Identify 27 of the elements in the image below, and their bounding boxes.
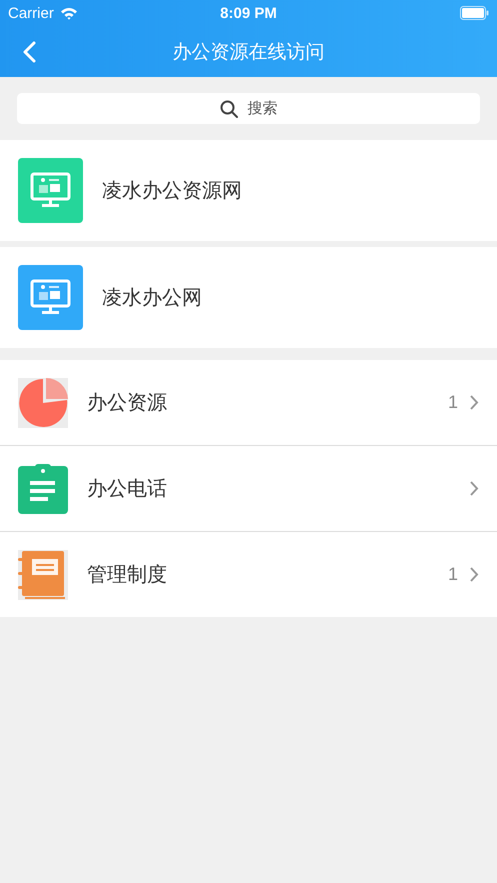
search-icon — [220, 100, 238, 118]
chevron-right-icon — [469, 394, 479, 411]
site-link[interactable]: 凌水办公资源网 — [0, 140, 497, 241]
count-label: 1 — [448, 564, 458, 585]
search-field[interactable]: 搜索 — [17, 93, 480, 124]
chevron-right-icon — [469, 566, 479, 583]
site-label: 凌水办公网 — [102, 284, 202, 311]
pie-chart-icon — [18, 378, 68, 428]
wifi-icon — [60, 6, 78, 20]
clock-time: 8:09 PM — [220, 4, 277, 22]
menu-label: 管理制度 — [87, 561, 168, 588]
notebook-icon — [18, 550, 68, 600]
menu-row[interactable]: 管理制度 1 — [0, 531, 497, 617]
count-label: 1 — [448, 392, 458, 413]
search-placeholder: 搜索 — [248, 99, 278, 118]
site-link[interactable]: 凌水办公网 — [0, 247, 497, 348]
page-title: 办公资源在线访问 — [172, 40, 324, 64]
battery-icon — [460, 6, 489, 20]
chevron-right-icon — [469, 480, 479, 497]
site-label: 凌水办公资源网 — [102, 177, 242, 204]
menu-row[interactable]: 办公电话 — [0, 445, 497, 531]
menu-row[interactable]: 办公资源 1 — [0, 360, 497, 445]
menu-label: 办公资源 — [87, 389, 168, 416]
clipboard-icon — [18, 464, 68, 514]
carrier-label: Carrier — [8, 4, 54, 22]
back-icon[interactable] — [22, 41, 36, 63]
menu-label: 办公电话 — [87, 475, 168, 502]
